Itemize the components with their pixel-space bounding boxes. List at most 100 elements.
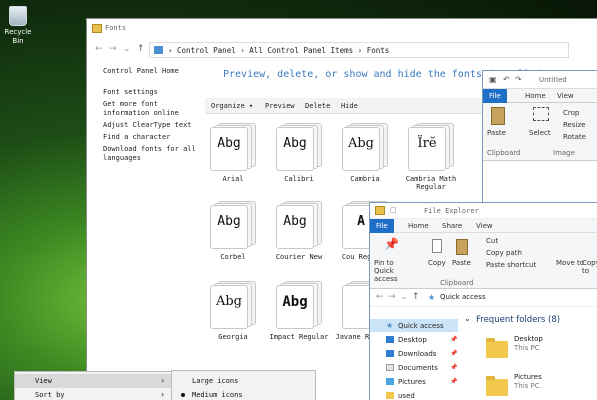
nav-item-documents[interactable]: Documents 📌: [370, 361, 458, 374]
breadcrumb-item[interactable]: All Control Panel Items: [249, 46, 353, 55]
paste-button[interactable]: Paste: [452, 259, 471, 267]
save-icon[interactable]: ▣: [489, 75, 497, 84]
nav-label: Documents: [398, 364, 438, 372]
menu-item-medium-icons[interactable]: Medium icons: [172, 388, 315, 400]
font-file-icon: Abg: [342, 123, 388, 171]
folder-item-pictures[interactable]: Pictures This PC: [478, 371, 597, 400]
download-fonts-link[interactable]: Download fonts for all languages: [103, 145, 203, 163]
downloads-icon: [386, 350, 394, 357]
crop-button[interactable]: Crop: [563, 109, 579, 117]
recent-dropdown-icon[interactable]: ⌄: [400, 292, 408, 302]
recent-dropdown-icon[interactable]: ⌄: [123, 44, 131, 54]
nav-item-desktop[interactable]: Desktop 📌: [370, 333, 458, 346]
breadcrumb-item[interactable]: Control Panel: [177, 46, 236, 55]
paste-button[interactable]: Paste: [487, 129, 506, 137]
up-arrow-icon[interactable]: ↑: [412, 292, 420, 302]
view-submenu: Large icons Medium icons: [171, 370, 316, 400]
forward-arrow-icon[interactable]: →: [388, 292, 396, 302]
font-name: Cambria Math Regular: [405, 175, 457, 191]
preview-button[interactable]: Preview: [265, 102, 295, 110]
folder-icon: [486, 338, 508, 358]
breadcrumb-item[interactable]: Fonts: [367, 46, 390, 55]
menu-item-view[interactable]: View ›: [15, 374, 171, 388]
font-file-icon: Abg: [276, 201, 322, 249]
undo-icon[interactable]: ↶: [503, 75, 510, 84]
selected-bullet-icon: [181, 393, 185, 397]
forward-arrow-icon[interactable]: →: [109, 44, 117, 54]
nav-item-downloads[interactable]: Downloads 📌: [370, 347, 458, 360]
hide-button[interactable]: Hide: [341, 102, 358, 110]
select-button[interactable]: Select: [529, 129, 551, 137]
folder-item-desktop[interactable]: Desktop This PC: [478, 333, 597, 367]
back-arrow-icon[interactable]: ←: [376, 292, 384, 302]
paste-icon: [456, 239, 468, 255]
tab-file[interactable]: File: [370, 219, 394, 233]
up-arrow-icon[interactable]: ↑: [137, 44, 145, 54]
font-settings-link[interactable]: Font settings: [103, 88, 203, 97]
font-tile[interactable]: Abg Arial: [201, 123, 265, 183]
font-tile[interactable]: Abg Calibri: [267, 123, 331, 183]
fonts-titlebar: Fonts: [87, 19, 597, 39]
copy-path-button[interactable]: Copy path: [486, 249, 522, 257]
move-to-button[interactable]: Move to: [556, 259, 584, 267]
redo-icon[interactable]: ↷: [515, 75, 522, 84]
chevron-down-icon[interactable]: ⌄: [464, 314, 471, 323]
nav-item-quick-access[interactable]: ★ Quick access: [370, 319, 458, 332]
paste-shortcut-button[interactable]: Paste shortcut: [486, 261, 536, 269]
tab-home[interactable]: Home: [402, 219, 435, 233]
menu-label: Large icons: [192, 377, 239, 385]
tab-view[interactable]: View: [470, 219, 499, 233]
font-file-icon: Abg: [276, 123, 322, 171]
organize-button[interactable]: Organize ▾: [211, 102, 253, 110]
find-character-link[interactable]: Find a character: [103, 133, 203, 142]
pin-icon: 📌: [384, 237, 399, 251]
font-tile[interactable]: Abg Cambria: [333, 123, 397, 183]
properties-icon[interactable]: ▢: [390, 206, 397, 214]
breadcrumb-sep: ›: [357, 46, 367, 55]
folder-icon: [92, 24, 102, 33]
back-arrow-icon[interactable]: ←: [95, 44, 103, 54]
font-file-icon: Abg: [210, 281, 256, 329]
window-title: Fonts: [105, 24, 127, 32]
control-panel-home-link[interactable]: Control Panel Home: [103, 67, 203, 76]
breadcrumb-sep: ›: [240, 46, 250, 55]
menu-label: View: [35, 377, 52, 385]
chevron-right-icon: ›: [160, 390, 165, 399]
copy-button[interactable]: Copy: [428, 259, 446, 267]
nav-item-pictures[interactable]: Pictures 📌: [370, 375, 458, 388]
paint-window: ▣ ↶ ↷ Untitled File Home View Paste Sele…: [482, 70, 597, 205]
get-more-fonts-link[interactable]: Get more font information online: [103, 100, 203, 118]
recycle-bin-label: Recycle Bin: [4, 28, 32, 45]
menu-item-large-icons[interactable]: Large icons: [172, 374, 315, 388]
font-tile[interactable]: Abg Georgia: [201, 281, 265, 341]
explorer-ribbon: 📌 Pin to Quick access Copy Paste Cut Cop…: [370, 233, 597, 289]
font-tile[interactable]: Abg Courier New: [267, 201, 331, 261]
rotate-button[interactable]: Rotate: [563, 133, 586, 141]
font-tile[interactable]: Abg Corbel: [201, 201, 265, 261]
tab-home[interactable]: Home: [519, 89, 552, 103]
section-header[interactable]: Frequent folders (8): [476, 315, 560, 325]
font-name: Corbel: [220, 253, 246, 261]
resize-button[interactable]: Resize: [563, 121, 585, 129]
copy-to-button[interactable]: Copy to: [582, 259, 597, 275]
font-name: Courier New: [275, 253, 323, 261]
nav-item-used[interactable]: used: [370, 389, 458, 400]
font-file-icon: Abg: [276, 281, 322, 329]
pin-quick-access-button[interactable]: Pin to Quick access: [374, 259, 414, 283]
control-panel-icon: [154, 46, 163, 54]
documents-icon: [386, 364, 394, 371]
menu-item-sort-by[interactable]: Sort by ›: [15, 388, 171, 400]
folder-name: Pictures: [514, 373, 542, 381]
tab-share[interactable]: Share: [436, 219, 468, 233]
recycle-bin-desktop-icon[interactable]: Recycle Bin: [4, 6, 32, 46]
font-tile[interactable]: Ïrĕ Cambria Math Regular: [399, 123, 463, 191]
tab-file[interactable]: File: [483, 89, 507, 103]
delete-button[interactable]: Delete: [305, 102, 330, 110]
tab-view[interactable]: View: [551, 89, 580, 103]
cut-button[interactable]: Cut: [486, 237, 498, 245]
explorer-content: ⌄ Frequent folders (8) Desktop This PC P…: [462, 309, 597, 400]
font-tile[interactable]: Abg Impact Regular: [267, 281, 331, 341]
breadcrumb[interactable]: › Control Panel › All Control Panel Item…: [149, 42, 569, 58]
address-path[interactable]: Quick access: [440, 293, 486, 301]
cleartype-link[interactable]: Adjust ClearType text: [103, 121, 203, 130]
